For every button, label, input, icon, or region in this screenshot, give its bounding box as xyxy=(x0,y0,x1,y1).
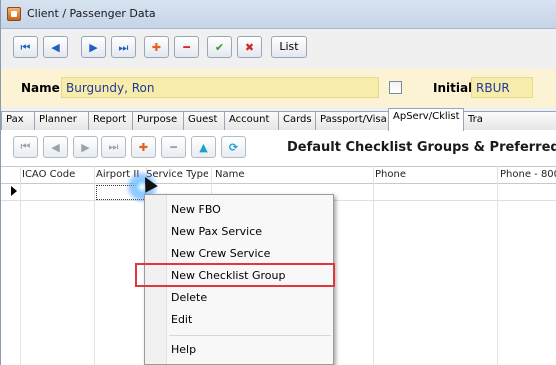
minus-icon: ━ xyxy=(170,140,177,154)
list-button[interactable]: List xyxy=(271,36,307,58)
main-toolbar: ⏮ ◀ ▶ ⏭ ✚ ━ ✔ ✖ List xyxy=(1,29,556,69)
menu-item-new-fbo[interactable]: New FBO xyxy=(167,199,333,221)
section-title: Default Checklist Groups & Preferred xyxy=(287,140,556,155)
menu-item-new-pax-service[interactable]: New Pax Service xyxy=(167,221,333,243)
column-header-phone[interactable]: Phone xyxy=(375,169,485,180)
sub-refresh-button[interactable]: ⟳ xyxy=(221,136,246,158)
tab-cards[interactable]: Cards xyxy=(278,111,316,130)
first-icon: ⏮ xyxy=(20,40,31,54)
tab-purpose[interactable]: Purpose xyxy=(132,111,184,130)
first-record-button[interactable]: ⏮ xyxy=(13,36,38,58)
sub-add-button[interactable]: ✚ xyxy=(131,136,156,158)
app-icon xyxy=(7,7,21,21)
plus-icon: ✚ xyxy=(138,140,149,154)
checklist-toolbar: ⏮ ◀ ▶ ⏭ ✚ ━ ▲ ⟳ Default Checklist Groups… xyxy=(1,130,556,166)
name-field[interactable]: Burgundy, Ron xyxy=(61,77,379,98)
tab-strip: Pax Planner Report Purpose Guest Account… xyxy=(1,107,556,131)
previous-icon: ◀ xyxy=(51,40,60,54)
tab-guest[interactable]: Guest xyxy=(183,111,225,130)
check-icon: ✔ xyxy=(214,40,225,54)
menu-separator xyxy=(169,335,331,336)
grid-header: ICAO Code Airport II Service Type Name P… xyxy=(1,166,556,184)
tab-travel[interactable]: Tra xyxy=(463,111,556,130)
tab-apserv-cklist[interactable]: ApServ/Cklist xyxy=(388,108,464,131)
menu-item-edit[interactable]: Edit xyxy=(167,309,333,331)
tab-planner[interactable]: Planner xyxy=(34,111,89,130)
last-icon: ⏭ xyxy=(118,40,129,54)
cancel-button[interactable]: ✖ xyxy=(237,36,262,58)
menu-item-help[interactable]: Help xyxy=(167,339,333,361)
tab-report[interactable]: Report xyxy=(88,111,133,130)
previous-icon: ◀ xyxy=(51,140,60,154)
sub-previous-button[interactable]: ◀ xyxy=(43,136,68,158)
menu-item-delete[interactable]: Delete xyxy=(167,287,333,309)
column-header-name[interactable]: Name xyxy=(215,169,365,180)
last-icon: ⏭ xyxy=(108,140,119,153)
previous-record-button[interactable]: ◀ xyxy=(43,36,68,58)
next-record-button[interactable]: ▶ xyxy=(81,36,106,58)
name-bar: Name: Burgundy, Ron Initials: RBUR xyxy=(1,69,556,107)
refresh-icon: ⟳ xyxy=(228,140,239,154)
first-icon: ⏮ xyxy=(20,140,31,153)
column-header-phone-800[interactable]: Phone - 800 xyxy=(500,169,556,180)
close-icon: ✖ xyxy=(244,40,255,54)
sub-next-button[interactable]: ▶ xyxy=(73,136,98,158)
delete-record-button[interactable]: ━ xyxy=(174,36,199,58)
window-title: Client / Passenger Data xyxy=(27,7,156,20)
save-button[interactable]: ✔ xyxy=(207,36,232,58)
last-record-button[interactable]: ⏭ xyxy=(111,36,136,58)
plus-icon: ✚ xyxy=(151,40,162,54)
sub-first-button[interactable]: ⏮ xyxy=(13,136,38,158)
tab-passport-visa[interactable]: Passport/Visa xyxy=(315,111,389,130)
tab-pax[interactable]: Pax xyxy=(1,111,35,130)
tab-account[interactable]: Account xyxy=(224,111,279,130)
checkbox[interactable] xyxy=(389,81,402,94)
up-arrow-icon: ▲ xyxy=(199,140,208,154)
minus-icon: ━ xyxy=(183,40,190,54)
annotation-highlight-box xyxy=(135,263,335,287)
next-icon: ▶ xyxy=(89,40,98,54)
sub-last-button[interactable]: ⏭ xyxy=(101,136,126,158)
add-record-button[interactable]: ✚ xyxy=(144,36,169,58)
sub-delete-button[interactable]: ━ xyxy=(161,136,186,158)
row-pointer-icon xyxy=(11,186,17,196)
menu-item-new-crew-service[interactable]: New Crew Service xyxy=(167,243,333,265)
title-bar: Client / Passenger Data xyxy=(1,0,556,29)
next-icon: ▶ xyxy=(81,140,90,154)
sub-move-up-button[interactable]: ▲ xyxy=(191,136,216,158)
column-header-icao-code[interactable]: ICAO Code xyxy=(22,169,94,180)
initials-field[interactable]: RBUR xyxy=(471,77,533,98)
name-label: Name: xyxy=(21,81,65,95)
client-passenger-window: Client / Passenger Data ⏮ ◀ ▶ ⏭ ✚ ━ ✔ ✖ … xyxy=(0,0,556,365)
